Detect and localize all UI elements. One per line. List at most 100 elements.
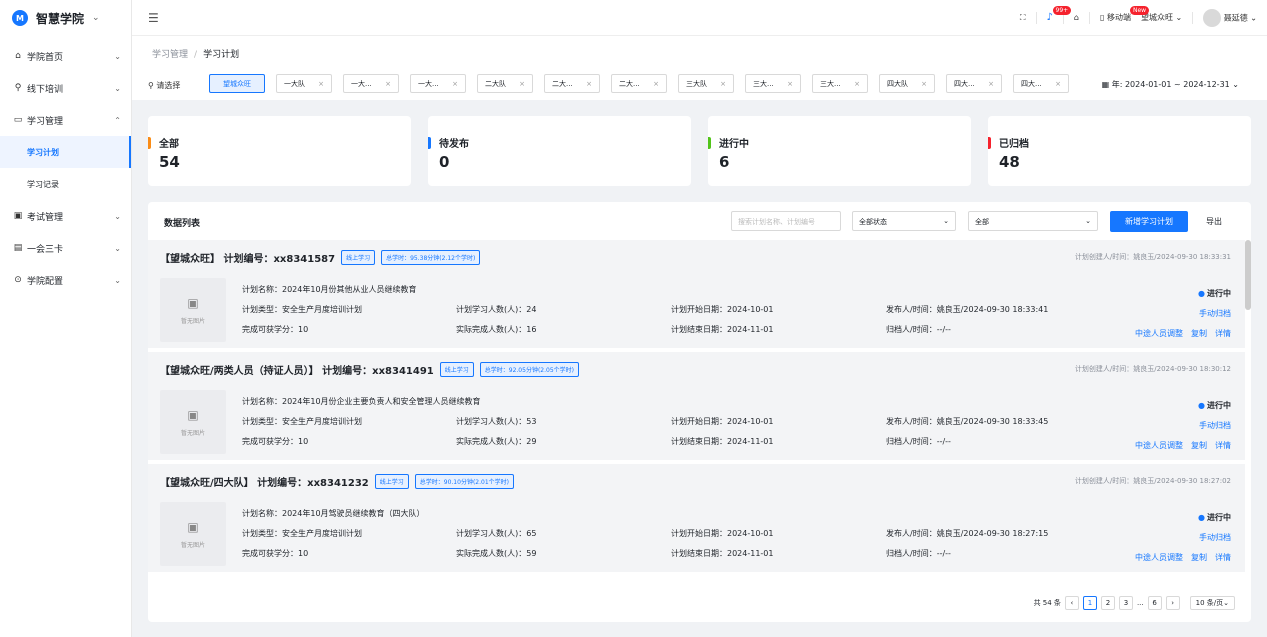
- menu-fold-icon[interactable]: ☰: [148, 11, 159, 25]
- manual-archive-link[interactable]: 手动归档: [1199, 308, 1231, 319]
- chevron-down-icon: ⌄: [114, 243, 121, 253]
- date-range-picker[interactable]: ▦ 年: 2024-01-01 ~ 2024-12-31 ⌄: [1102, 79, 1239, 90]
- date-range-value: 年: 2024-01-01 ~ 2024-12-31: [1111, 80, 1230, 89]
- stat-label: 全部: [159, 139, 179, 150]
- close-icon[interactable]: ×: [452, 80, 458, 88]
- page-ellipsis[interactable]: ...: [1137, 599, 1144, 607]
- notification-button[interactable]: ♪ 99+: [1047, 6, 1072, 23]
- department-tag[interactable]: 一大队 ×: [276, 74, 332, 93]
- stat-label: 进行中: [719, 139, 749, 150]
- plan-end-date: 计划结束日期：2024-11-01: [671, 325, 774, 334]
- department-tag[interactable]: 二大队 ×: [477, 74, 533, 93]
- mobile-button[interactable]: ▯ 移动端 New: [1100, 6, 1150, 23]
- sidebar-item-offline-training[interactable]: ⚲ 线下培训 ⌄: [0, 72, 131, 104]
- close-icon[interactable]: ×: [385, 80, 391, 88]
- close-icon[interactable]: ×: [787, 80, 793, 88]
- add-plan-button[interactable]: 新增学习计划: [1110, 211, 1188, 232]
- manual-archive-link[interactable]: 手动归档: [1199, 532, 1231, 543]
- page-size-select[interactable]: 10 条/页 ⌄: [1189, 596, 1235, 610]
- chevron-down-icon: ⌄: [92, 13, 100, 23]
- tag-label: 四大...: [1021, 79, 1042, 88]
- home-icon: ⌂: [15, 51, 21, 61]
- sidebar-subitem-learning-record[interactable]: 学习记录: [0, 168, 131, 200]
- chevron-up-icon: ⌃: [114, 115, 121, 125]
- department-tag[interactable]: 四大... ×: [946, 74, 1002, 93]
- sidebar-subitem-learning-plan[interactable]: 学习计划: [0, 136, 131, 168]
- close-icon[interactable]: ×: [988, 80, 994, 88]
- type-select[interactable]: 全部 ⌄: [968, 211, 1098, 231]
- details-link[interactable]: 详情: [1215, 328, 1231, 339]
- stat-card-in-progress[interactable]: 进行中 6: [708, 116, 971, 186]
- department-tag[interactable]: 望城众旺: [209, 74, 265, 93]
- page-button[interactable]: 2: [1100, 596, 1115, 610]
- department-tag[interactable]: 三大队 ×: [678, 74, 734, 93]
- plan-type: 计划类型：安全生产月度培训计划: [242, 305, 362, 314]
- tag-label: 三大队: [686, 79, 707, 88]
- sidebar-item-label: 学院首页: [27, 52, 64, 63]
- adjust-members-link[interactable]: 中途人员调整: [1135, 328, 1183, 339]
- copy-link[interactable]: 复制: [1191, 440, 1207, 451]
- stat-card-archived[interactable]: 已归档 48: [988, 116, 1251, 186]
- choose-department[interactable]: ⚲ 请选择: [148, 80, 180, 91]
- department-tag[interactable]: 二大... ×: [544, 74, 600, 93]
- stat-card-pending[interactable]: 待发布 0: [428, 116, 691, 186]
- sidebar-item-learning-management[interactable]: ▭ 学习管理 ⌃: [0, 104, 131, 136]
- plan-creator: 计划创建人/时间：姚良玉/2024-09-30 18:27:02: [1074, 477, 1231, 485]
- adjust-members-link[interactable]: 中途人员调整: [1135, 552, 1183, 563]
- tag-label: 一大...: [351, 79, 372, 88]
- sidebar-item-label: 学院配置: [27, 276, 64, 287]
- sidebar-item-exam-management[interactable]: ▣ 考试管理 ⌄: [0, 200, 131, 232]
- plan-title: 【望城众旺/两类人员（持证人员）】 计划编号：xx8341491: [160, 366, 434, 377]
- prev-page-button[interactable]: ‹: [1064, 596, 1079, 610]
- close-icon[interactable]: ×: [653, 80, 659, 88]
- close-icon[interactable]: ×: [1055, 80, 1061, 88]
- sidebar-item-one-meeting-three-cards[interactable]: ▤ 一会三卡 ⌄: [0, 232, 131, 264]
- sidebar-item-home[interactable]: ⌂ 学院首页 ⌄: [0, 40, 131, 72]
- user-menu[interactable]: 聂延德 ⌄: [1203, 8, 1257, 27]
- close-icon[interactable]: ×: [519, 80, 525, 88]
- page-button[interactable]: 6: [1147, 596, 1162, 610]
- stat-label: 待发布: [439, 139, 469, 150]
- breadcrumb-parent[interactable]: 学习管理: [152, 50, 188, 60]
- department-tag[interactable]: 一大... ×: [410, 74, 466, 93]
- close-icon[interactable]: ×: [921, 80, 927, 88]
- department-tag[interactable]: 二大... ×: [611, 74, 667, 93]
- mode-pill: 线上学习: [374, 474, 409, 489]
- department-tag[interactable]: 四大队 ×: [879, 74, 935, 93]
- close-icon[interactable]: ×: [318, 80, 324, 88]
- stat-label: 已归档: [999, 139, 1029, 150]
- copy-link[interactable]: 复制: [1191, 552, 1207, 563]
- department-tag[interactable]: 一大... ×: [343, 74, 399, 93]
- plan-actions: 中途人员调整 复制 详情: [1135, 552, 1231, 563]
- app-logo[interactable]: M 智慧学院 ⌄: [0, 0, 131, 36]
- adjust-members-link[interactable]: 中途人员调整: [1135, 440, 1183, 451]
- page-button[interactable]: 3: [1118, 596, 1133, 610]
- stat-value: 48: [999, 153, 1020, 171]
- department-tag[interactable]: 四大... ×: [1013, 74, 1069, 93]
- search-input[interactable]: 搜索计划名称、计划编号: [731, 211, 841, 231]
- plan-type: 计划类型：安全生产月度培训计划: [242, 529, 362, 538]
- hours-pill: 总学时：90.10分钟(2.01个学时): [414, 474, 514, 489]
- department-tag[interactable]: 三大... ×: [745, 74, 801, 93]
- details-link[interactable]: 详情: [1215, 440, 1231, 451]
- plan-actual-count: 实际完成人数(人)：59: [456, 549, 537, 558]
- manual-archive-link[interactable]: 手动归档: [1199, 420, 1231, 431]
- tag-label: 四大...: [954, 79, 975, 88]
- status-select[interactable]: 全部状态 ⌄: [852, 211, 956, 231]
- fullscreen-icon[interactable]: ⛶: [1020, 13, 1026, 23]
- details-link[interactable]: 详情: [1215, 552, 1231, 563]
- page-button[interactable]: 1: [1082, 596, 1097, 610]
- notification-badge: 99+: [1052, 6, 1072, 15]
- home-icon[interactable]: ⌂: [1074, 13, 1079, 22]
- stat-card-all[interactable]: 全部 54: [148, 116, 411, 186]
- department-tag[interactable]: 三大... ×: [812, 74, 868, 93]
- sidebar-item-academy-config[interactable]: ⊙ 学院配置 ⌄: [0, 264, 131, 296]
- close-icon[interactable]: ×: [854, 80, 860, 88]
- chevron-down-icon: ⌄: [114, 51, 121, 61]
- scrollbar[interactable]: [1245, 240, 1251, 310]
- close-icon[interactable]: ×: [720, 80, 726, 88]
- next-page-button[interactable]: ›: [1165, 596, 1180, 610]
- export-button[interactable]: 导出: [1206, 216, 1222, 227]
- close-icon[interactable]: ×: [586, 80, 592, 88]
- copy-link[interactable]: 复制: [1191, 328, 1207, 339]
